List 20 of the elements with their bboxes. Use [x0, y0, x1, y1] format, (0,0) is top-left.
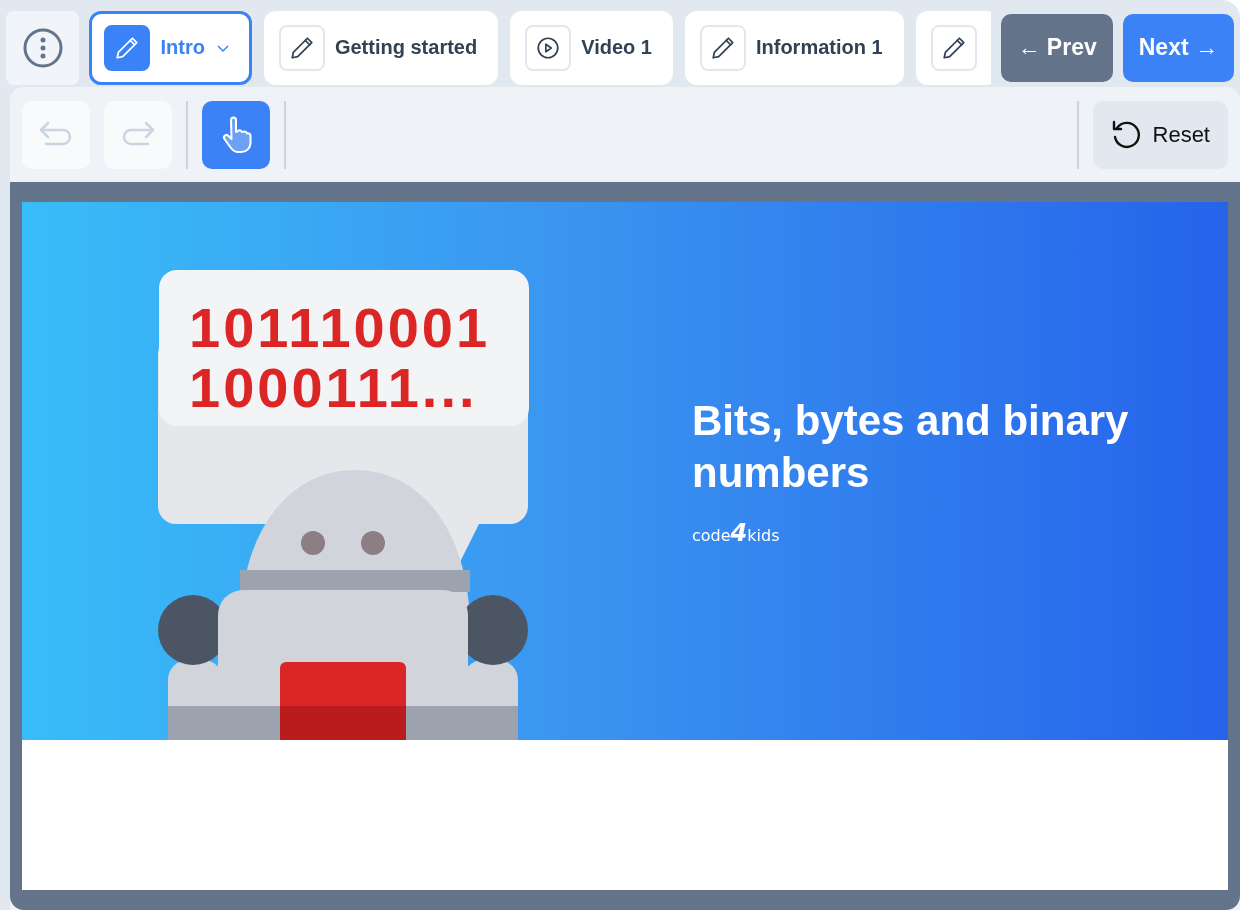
- play-icon: [525, 24, 572, 71]
- tab[interactable]: Video 1: [510, 10, 673, 85]
- reset-button[interactable]: Reset: [1092, 100, 1228, 169]
- hand-tool-button[interactable]: [202, 100, 270, 169]
- binary-text: 101110001: [189, 298, 492, 358]
- tab[interactable]: [915, 10, 992, 85]
- binary-text: 1000111...: [189, 358, 479, 418]
- pencil-icon: [930, 24, 977, 71]
- menu-button[interactable]: [6, 10, 80, 85]
- pencil-icon: [278, 24, 325, 71]
- tab[interactable]: Getting started: [263, 10, 499, 85]
- slide-title: Bits, bytes and binary numbers: [692, 396, 1130, 498]
- pencil-icon: [699, 24, 746, 71]
- prev-button[interactable]: ← Prev: [1001, 13, 1113, 82]
- tab[interactable]: Information 1: [684, 10, 904, 85]
- pencil-icon: [104, 24, 151, 71]
- next-button[interactable]: Next →: [1122, 13, 1234, 82]
- logo-text: code4kids: [692, 519, 780, 547]
- more-icon: [22, 27, 63, 68]
- tab[interactable]: Intro: [89, 10, 252, 85]
